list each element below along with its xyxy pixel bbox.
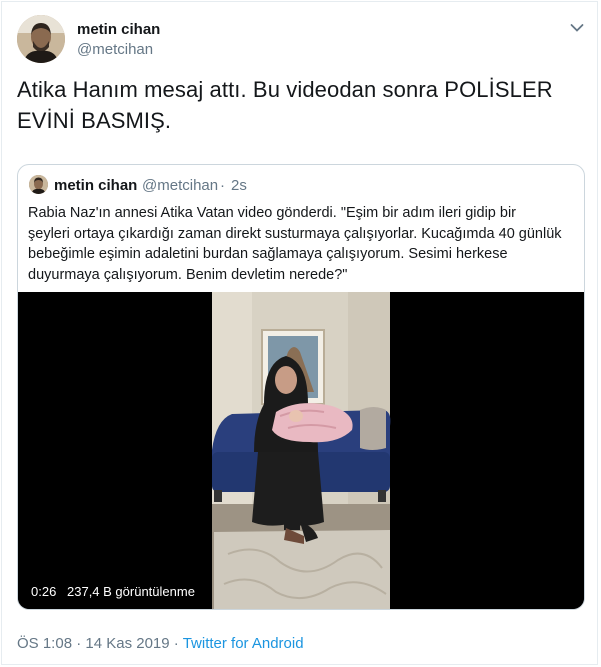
chevron-down-icon[interactable] bbox=[570, 20, 584, 32]
footer-separator: · bbox=[173, 635, 179, 652]
tweet-text-line: EVİNİ BASMIŞ. bbox=[17, 108, 172, 133]
author-name[interactable]: metin cihan bbox=[77, 21, 160, 39]
tweet-footer: ÖS 1:08 · 14 Kas 2019 · Twitter for Andr… bbox=[17, 635, 304, 653]
quoted-text: Rabia Naz'ın annesi Atika Vatan video gö… bbox=[28, 203, 578, 285]
video-views-badge: 237,4 B görüntülenme bbox=[63, 582, 199, 602]
video-player[interactable]: 0:26 237,4 B görüntülenme bbox=[18, 292, 584, 609]
quoted-separator: · bbox=[220, 177, 225, 194]
quoted-text-line: Rabia Naz'ın annesi Atika Vatan video gö… bbox=[28, 205, 517, 221]
video-duration-badge: 0:26 bbox=[27, 582, 61, 602]
author-handle[interactable]: @metcihan bbox=[77, 41, 153, 59]
quoted-text-line: bebeğimle eşimin adaletini burdan sağlam… bbox=[28, 246, 508, 262]
tweet-text-line: Atika Hanım mesaj attı. Bu videodan sonr… bbox=[17, 77, 553, 102]
tweet-source-link[interactable]: Twitter for Android bbox=[183, 635, 304, 652]
quoted-text-line: şeyleri ortaya çıkardığı zaman direkt su… bbox=[28, 225, 562, 242]
quoted-author-handle: @metcihan bbox=[142, 177, 219, 194]
quoted-time[interactable]: 2s bbox=[231, 177, 247, 194]
quoted-tweet[interactable]: metin cihan @metcihan · 2s Rabia Naz'ın … bbox=[17, 164, 585, 610]
tweet-card: metin cihan @metcihan Atika Hanım mesaj … bbox=[1, 1, 598, 665]
quoted-author-name[interactable]: metin cihan bbox=[54, 177, 137, 194]
video-frame bbox=[18, 292, 584, 609]
quoted-text-line: duyurmaya çalışıyorum. Benim devletim ne… bbox=[28, 266, 348, 283]
tweet-timestamp[interactable]: ÖS 1:08 · 14 Kas 2019 bbox=[17, 635, 170, 652]
quoted-avatar[interactable] bbox=[29, 175, 48, 194]
avatar[interactable] bbox=[17, 15, 65, 63]
tweet-text: Atika Hanım mesaj attı. Bu videodan sonr… bbox=[17, 74, 577, 136]
